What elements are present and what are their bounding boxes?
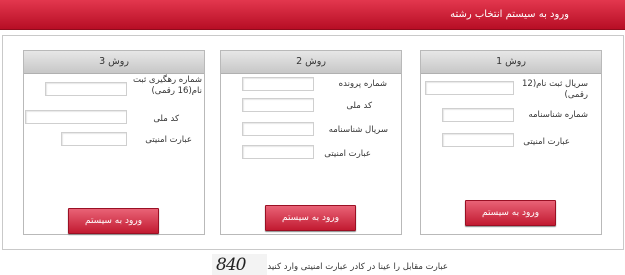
method-2-panel: روش 2 شماره پرونده کد ملی سریال شناسنامه…: [220, 50, 402, 235]
login-button-method-3[interactable]: ورود به سیستم: [68, 208, 159, 234]
file-number-label: شماره پرونده: [338, 79, 387, 89]
tracking-number-label: شماره رهگیری ثبت نام(16 رقمی): [132, 75, 202, 96]
method-3-heading: روش 3: [24, 51, 204, 74]
id-serial-label: سریال شناسنامه: [328, 125, 388, 135]
registration-serial-label: سریال ثبت نام(12 رقمی): [522, 79, 588, 100]
login-button-method-1[interactable]: ورود به سیستم: [465, 200, 556, 226]
national-code-input[interactable]: [242, 98, 314, 112]
captcha-instruction: عبارت مقابل را عینا در کادر عبارت امنیتی…: [261, 262, 448, 272]
birth-certificate-input[interactable]: [442, 108, 514, 122]
captcha-image: 840: [212, 254, 267, 275]
page-title: ورود به سیستم انتخاب رشته: [450, 9, 569, 20]
header-bar: ورود به سیستم انتخاب رشته: [0, 0, 625, 30]
security-phrase-input[interactable]: [242, 145, 314, 159]
national-code-input[interactable]: [25, 110, 127, 124]
security-phrase-input[interactable]: [442, 133, 514, 147]
file-number-input[interactable]: [242, 77, 314, 91]
method-3-panel: روش 3 شماره رهگیری ثبت نام(16 رقمی) کد م…: [23, 50, 205, 235]
method-2-heading: روش 2: [221, 51, 401, 74]
captcha-code: 840: [216, 255, 246, 275]
security-phrase-input[interactable]: [61, 132, 127, 146]
national-code-label: کد ملی: [346, 101, 372, 111]
security-phrase-label: عبارت امنیتی: [324, 149, 371, 159]
security-phrase-label: عبارت امنیتی: [523, 137, 570, 147]
birth-certificate-label: شماره شناسنامه: [528, 110, 588, 120]
id-serial-input[interactable]: [242, 122, 314, 136]
method-1-heading: روش 1: [421, 51, 601, 74]
method-1-panel: روش 1 سریال ثبت نام(12 رقمی) شماره شناسن…: [420, 50, 602, 235]
national-code-label: کد ملی: [153, 114, 179, 124]
login-button-method-2[interactable]: ورود به سیستم: [265, 205, 356, 231]
security-phrase-label: عبارت امنیتی: [145, 135, 192, 145]
registration-serial-input[interactable]: [425, 81, 514, 95]
tracking-number-input[interactable]: [45, 82, 127, 96]
